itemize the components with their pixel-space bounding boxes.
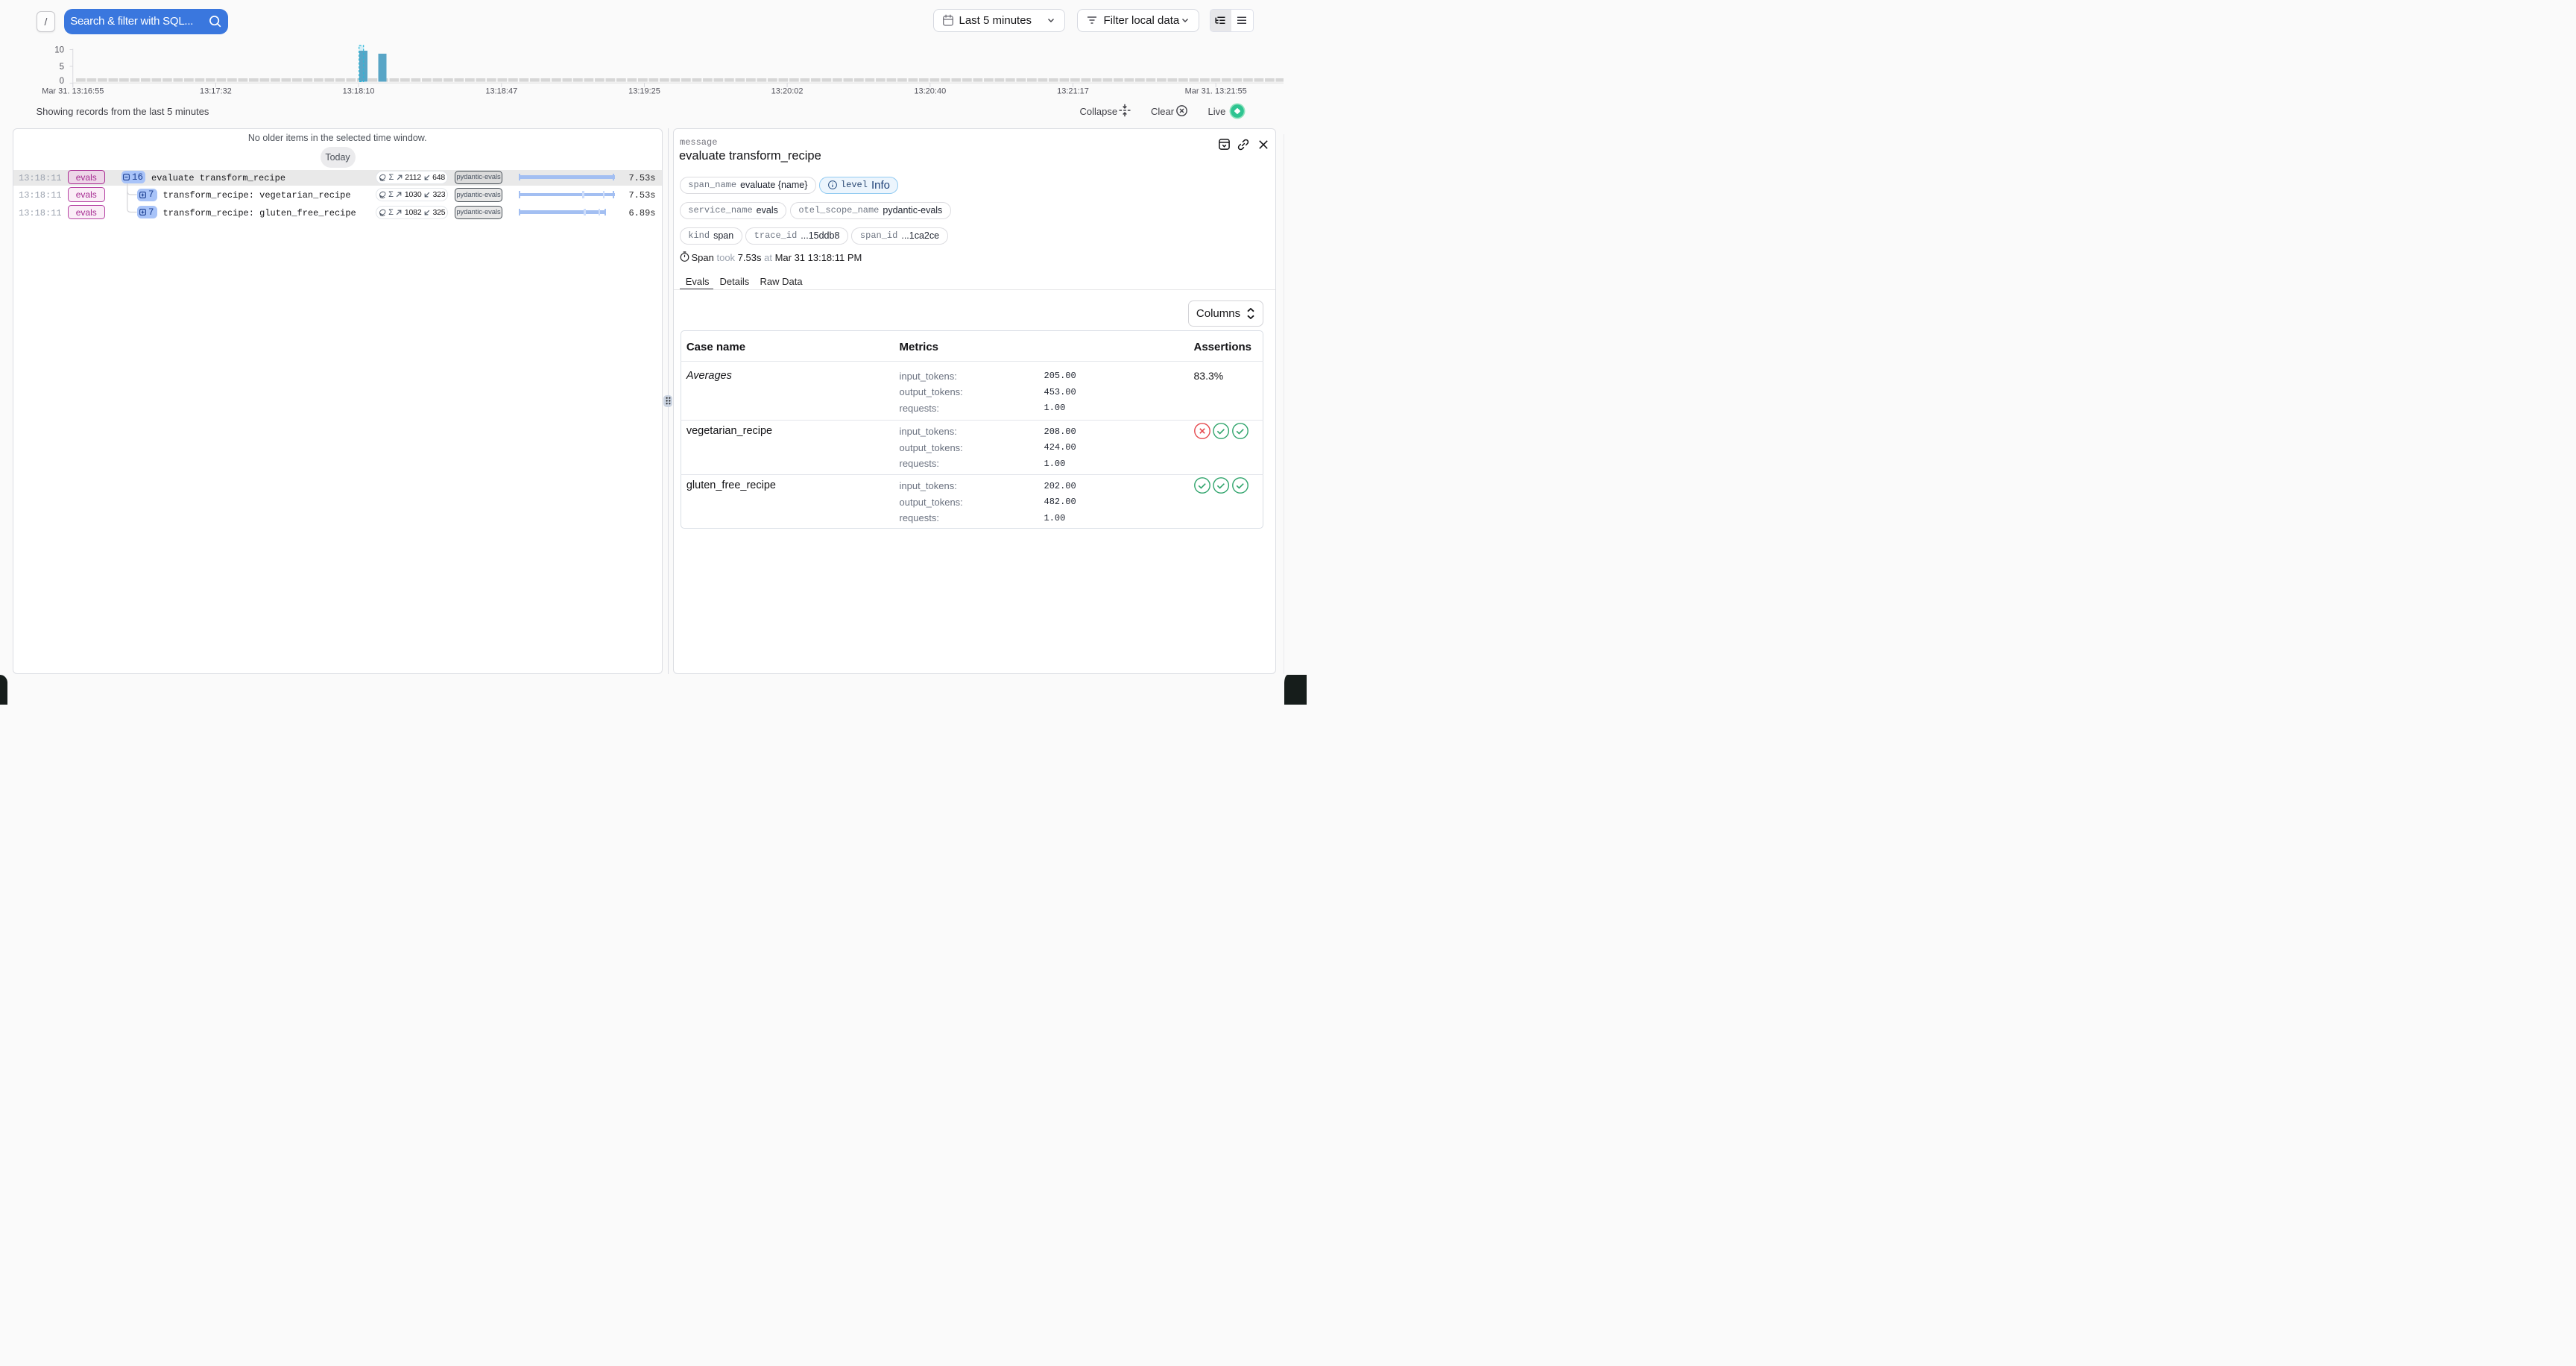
svg-text:5: 5 <box>60 63 64 72</box>
svg-text:0: 0 <box>60 77 64 86</box>
svg-text:Mar 31. 13:21:55: Mar 31. 13:21:55 <box>1185 87 1247 96</box>
svg-text:13:20:40: 13:20:40 <box>914 87 946 96</box>
svg-text:10: 10 <box>54 46 64 55</box>
svg-text:Mar 31. 13:16:55: Mar 31. 13:16:55 <box>42 87 104 96</box>
svg-text:13:17:32: 13:17:32 <box>200 87 232 96</box>
svg-text:13:20:02: 13:20:02 <box>771 87 804 96</box>
svg-text:13:21:17: 13:21:17 <box>1057 87 1089 96</box>
svg-text:13:18:10: 13:18:10 <box>343 87 375 96</box>
svg-text:13:18:47: 13:18:47 <box>485 87 517 96</box>
svg-text:13:19:25: 13:19:25 <box>628 87 660 96</box>
